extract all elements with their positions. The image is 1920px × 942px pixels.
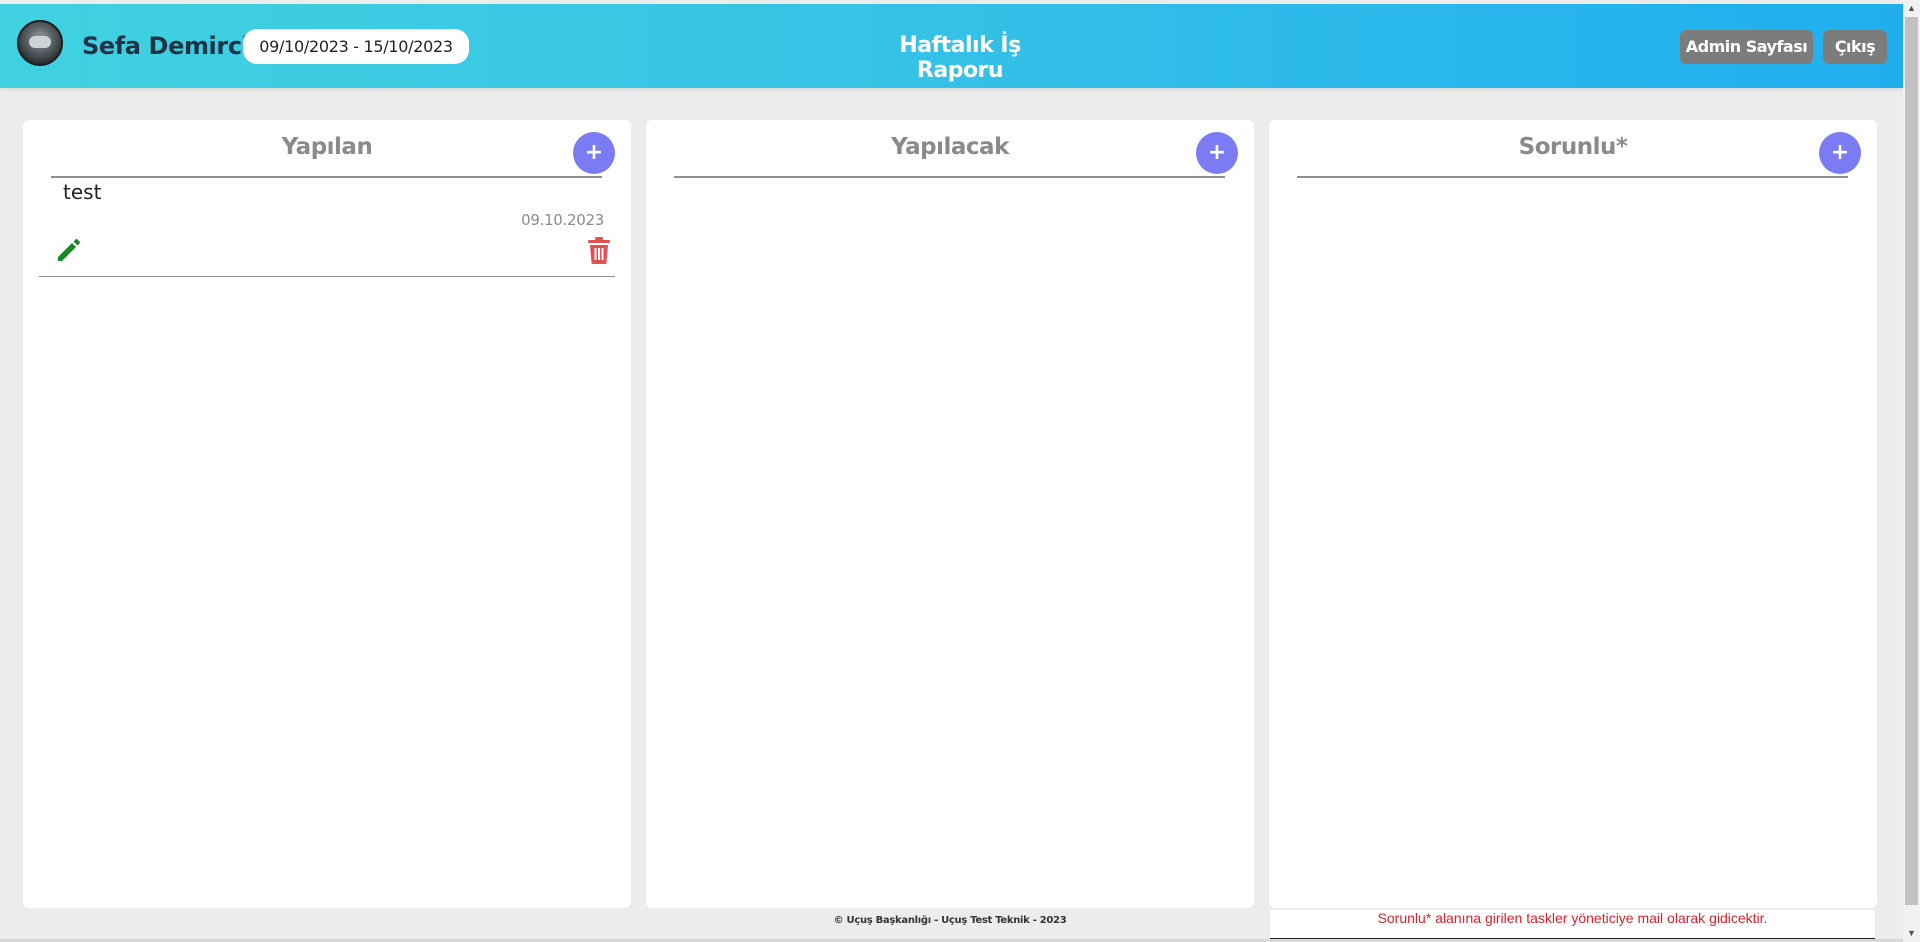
- column-title: Yapılacak: [891, 134, 1009, 160]
- column-title: Sorunlu*: [1518, 134, 1628, 160]
- task-card: test 09.10.2023: [39, 180, 615, 277]
- task-title: test: [63, 180, 102, 204]
- scroll-thumb[interactable]: [1905, 17, 1918, 905]
- add-task-button[interactable]: +: [1196, 132, 1238, 174]
- logout-button[interactable]: Çıkış: [1823, 30, 1887, 64]
- footer-note: Sorunlu* alanına girilen taskler yönetic…: [1270, 910, 1875, 940]
- column-problematic: Sorunlu* +: [1269, 120, 1877, 908]
- page-title: Haftalık İş Raporu: [899, 33, 1021, 83]
- admin-page-button[interactable]: Admin Sayfası: [1680, 30, 1813, 64]
- column-todo: Yapılacak +: [646, 120, 1254, 908]
- footer-copyright: © Uçuş Başkanlığı - Uçuş Test Teknik - 2…: [833, 915, 1067, 926]
- column-divider: [1297, 176, 1848, 178]
- column-done: Yapılan + test 09.10.2023: [23, 120, 631, 908]
- trash-icon[interactable]: [587, 237, 611, 264]
- pencil-icon[interactable]: [55, 238, 81, 264]
- column-divider: [674, 176, 1225, 178]
- column-divider: [51, 176, 602, 178]
- date-range-picker[interactable]: 09/10/2023 - 15/10/2023: [243, 29, 469, 64]
- vertical-scrollbar[interactable]: ▲ ▼: [1903, 0, 1920, 942]
- user-name: Sefa Demirci: [82, 32, 250, 60]
- add-task-button[interactable]: +: [1819, 132, 1861, 174]
- scroll-up-arrow-icon[interactable]: ▲: [1903, 0, 1920, 17]
- column-title: Yapılan: [281, 134, 373, 160]
- avatar[interactable]: [17, 20, 63, 66]
- add-task-button[interactable]: +: [573, 132, 615, 174]
- scroll-down-arrow-icon[interactable]: ▼: [1903, 925, 1920, 942]
- top-header: Sefa Demirci 09/10/2023 - 15/10/2023 Haf…: [0, 4, 1903, 88]
- task-date: 09.10.2023: [521, 211, 604, 229]
